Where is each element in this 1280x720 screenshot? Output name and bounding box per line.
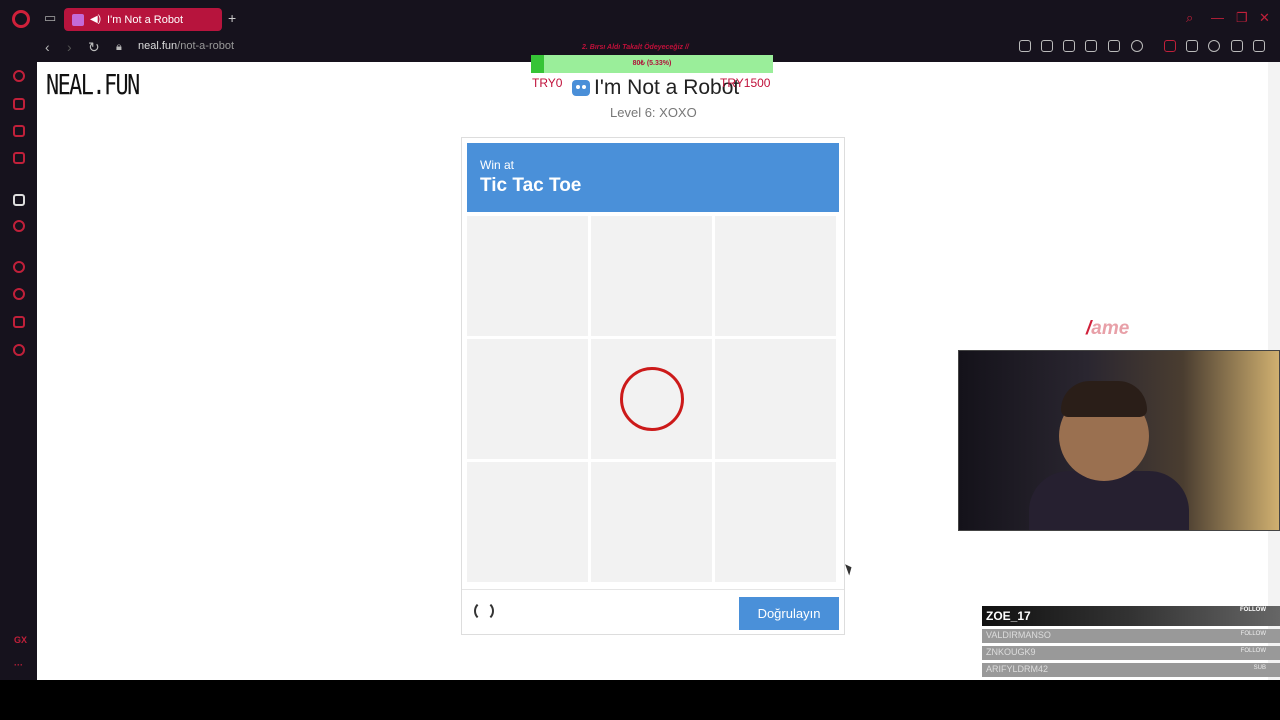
adblock-icon[interactable] [1063,40,1075,52]
goal-title: 2. Bırsı Aldı Takalt Ödeyeceğiz // [582,44,689,51]
donation-goal-bar: 80₺ (5.33%) [531,55,773,73]
page-title: I'm Not a Robot [572,76,739,100]
speaker-icon[interactable]: ◀) [90,14,101,25]
mouse-cursor [845,562,854,576]
board-cell-7[interactable] [467,462,588,582]
captcha-divider [462,589,844,590]
settings-icon[interactable] [13,344,25,356]
snapshot-icon[interactable] [1041,40,1053,52]
captcha-subtitle: Win at [480,158,515,172]
captcha-heading: Tic Tac Toe [480,175,582,196]
extensions-sidebar-icon[interactable] [13,316,25,328]
history-icon[interactable] [13,288,25,300]
board-cell-9[interactable] [715,462,836,582]
profile-icon[interactable] [1208,40,1220,52]
board-cell-6[interactable] [715,339,836,459]
crypto-wallet-icon[interactable] [13,98,25,110]
gx-icon[interactable]: GX [14,635,27,645]
board-cell-8[interactable] [591,462,712,582]
refresh-challenge-icon[interactable] [474,601,494,621]
webcam-feed [958,350,1280,531]
goal-max-label: TRY1500 [720,76,771,90]
goal-min-label: TRY0 [532,76,563,90]
stream-event-name: ZOE_17 [986,609,1031,623]
tab-islands-icon[interactable]: ▭ [44,10,56,26]
stream-event-tag: FOLLOW [1240,607,1266,613]
page-title-text: I'm Not a Robot [594,76,740,99]
close-window-button[interactable]: ✕ [1259,10,1270,26]
board-cell-4[interactable] [467,339,588,459]
reload-icon[interactable]: ↻ [88,39,100,56]
robot-favicon-icon [72,13,84,26]
stream-event-row: ARIFYLDRM42 SUB [982,663,1280,677]
tab-active[interactable]: ◀) I'm Not a Robot [64,8,222,31]
more-icon[interactable]: ··· [14,660,23,670]
stream-brand-logo: /ame [1086,318,1130,339]
vpn-icon[interactable] [13,194,25,206]
tic-tac-toe-board [467,216,839,586]
workspace-icon[interactable] [13,220,25,232]
board-cell-2[interactable] [591,216,712,336]
url-field[interactable]: neal.fun/not-a-robot [138,40,234,52]
stream-event-row: ZNKOUGK9 FOLLOW [982,646,1280,660]
level-label: Level 6: XOXO [610,105,697,120]
tab-strip: ▭ ◀) I'm Not a Robot + ⌕ — ❐ ✕ [0,0,1280,36]
extensions-icon[interactable] [1186,40,1198,52]
webcam-person-hair [1061,381,1147,417]
captcha-header: Win at Tic Tac Toe [467,143,839,212]
o-mark-icon [619,367,684,431]
new-tab-button[interactable]: + [228,10,236,26]
stream-event-name: ARIFYLDRM42 [986,664,1049,674]
stream-event-name: ZNKOUGK9 [986,647,1036,657]
extension-badge-icon[interactable] [1164,40,1176,52]
url-path: /not-a-robot [177,40,235,52]
pin-icon[interactable] [1019,40,1031,52]
browser-window: ▭ ◀) I'm Not a Robot + ⌕ — ❐ ✕ ‹ › ↻ 🔒︎ … [0,0,1280,720]
board-cell-1[interactable] [467,216,588,336]
menu-icon[interactable] [1253,40,1265,52]
pinboard-icon[interactable] [13,125,25,137]
player-sidebar-icon[interactable] [13,261,25,273]
back-icon[interactable]: ‹ [45,39,50,55]
bottom-bar [0,680,1280,720]
messenger-icon[interactable] [13,152,25,164]
stream-event-name: VALDIRMANSO [986,630,1051,640]
stream-events-list: ZOE_17 FOLLOW VALDIRMANSO FOLLOW ZNKOUGK9 FOL… [982,606,1280,677]
search-icon[interactable]: ⌕ [1186,10,1193,26]
board-cell-5[interactable] [591,339,712,459]
download-icon[interactable] [1231,40,1243,52]
site-logo[interactable]: NEAL.FUN [46,68,140,101]
stream-event-tag: FOLLOW [1240,648,1266,654]
stream-event-tag: SUB [1253,665,1266,671]
restore-button[interactable]: ❐ [1236,10,1248,26]
lock-icon[interactable]: 🔒︎ [116,41,122,54]
donation-goal-text: 80₺ (5.33%) [632,60,672,67]
captcha-card: Win at Tic Tac Toe Doğrulayın [461,137,845,635]
brand-text: ame [1091,318,1130,339]
sidebar: GX ··· [0,62,37,680]
stream-event-row: ZOE_17 FOLLOW [982,606,1280,626]
opera-logo-icon[interactable] [12,10,30,28]
forward-icon[interactable]: › [67,39,72,55]
tab-title: I'm Not a Robot [107,13,184,26]
robot-icon [572,80,590,96]
verify-button[interactable]: Doğrulayın [739,597,839,630]
minimize-button[interactable]: — [1211,10,1224,25]
translate-icon[interactable] [1085,40,1097,52]
url-host: neal.fun [138,40,178,52]
player-icon[interactable] [1108,40,1120,52]
stream-event-row: VALDIRMANSO FOLLOW [982,629,1280,643]
stream-event-tag: FOLLOW [1240,631,1266,637]
aria-icon[interactable] [13,70,25,82]
board-cell-3[interactable] [715,216,836,336]
heart-icon[interactable] [1131,40,1143,52]
